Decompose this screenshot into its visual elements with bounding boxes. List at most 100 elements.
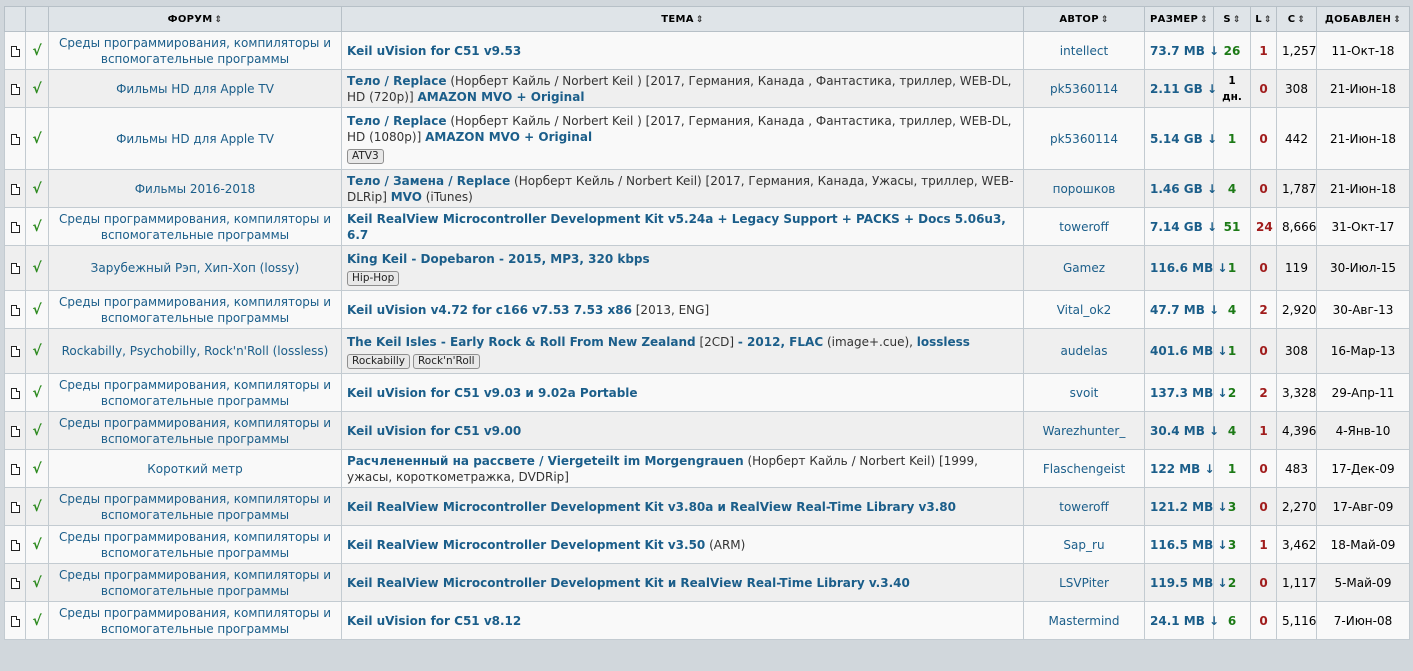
header-completed[interactable]: C ⇕ xyxy=(1276,6,1317,32)
row-icon-cell xyxy=(4,31,26,70)
forum-cell[interactable]: Фильмы 2016-2018 xyxy=(48,169,342,208)
author-link[interactable]: Sap_ru xyxy=(1023,525,1145,564)
added-date: 30-Июл-15 xyxy=(1316,245,1410,291)
topic-cell: The Keil Isles - Early Rock & Roll From … xyxy=(341,328,1024,374)
download-size-link[interactable]: 30.4 MB ↓ xyxy=(1144,411,1219,450)
topic-link[interactable]: Keil RealView Microcontroller Developmen… xyxy=(347,500,956,514)
document-icon[interactable] xyxy=(10,45,20,57)
author-link[interactable]: Vital_ok2 xyxy=(1023,290,1145,329)
topic-link[interactable]: Keil uVision for C51 v9.53 xyxy=(347,44,521,58)
topic-link[interactable]: Keil uVision for C51 v9.03 и 9.02a Porta… xyxy=(347,386,638,400)
document-icon[interactable] xyxy=(10,615,20,627)
author-link[interactable]: pk5360114 xyxy=(1023,107,1145,170)
document-icon[interactable] xyxy=(10,183,20,195)
download-size-link[interactable]: 7.14 GB ↓ xyxy=(1144,207,1217,246)
forum-cell[interactable]: Среды программирования, компиляторы и вс… xyxy=(48,411,342,450)
author-link[interactable]: toweroff xyxy=(1023,207,1145,246)
forum-cell[interactable]: Фильмы HD для Apple TV xyxy=(48,69,342,108)
author-link[interactable]: порошков xyxy=(1023,169,1145,208)
topic-link[interactable]: Keil uVision for C51 v8.12 xyxy=(347,614,521,628)
download-size-link[interactable]: 122 MB ↓ xyxy=(1144,449,1215,488)
topic-link-part[interactable]: AMAZON MVO + Original xyxy=(425,130,592,144)
author-link[interactable]: Warezhunter_ xyxy=(1023,411,1145,450)
download-size-link[interactable]: 5.14 GB ↓ xyxy=(1144,107,1217,170)
topic-link[interactable]: Keil RealView Microcontroller Developmen… xyxy=(347,538,705,552)
download-size-link[interactable]: 73.7 MB ↓ xyxy=(1144,31,1219,70)
topic-link[interactable]: King Keil - Dopebaron - 2015, MP3, 320 k… xyxy=(347,252,650,266)
download-size-link[interactable]: 2.11 GB ↓ xyxy=(1144,69,1217,108)
topic-link[interactable]: Keil RealView Microcontroller Developmen… xyxy=(347,576,910,590)
header-leech[interactable]: L ⇕ xyxy=(1250,6,1277,32)
added-date: 5-Май-09 xyxy=(1316,563,1410,602)
forum-cell[interactable]: Фильмы HD для Apple TV xyxy=(48,107,342,170)
author-link[interactable]: toweroff xyxy=(1023,487,1145,526)
tag-badge[interactable]: Rock'n'Roll xyxy=(412,353,480,369)
document-icon[interactable] xyxy=(10,387,20,399)
document-icon[interactable] xyxy=(10,346,20,357)
sort-icon: ⇕ xyxy=(1100,14,1109,25)
topic-link[interactable]: Тело / Replace xyxy=(347,114,447,128)
topic-link[interactable]: Тело / Замена / Replace xyxy=(347,174,510,188)
header-seeds[interactable]: S ⇕ xyxy=(1213,6,1251,32)
header-added[interactable]: ДОБАВЛЕН ⇕ xyxy=(1316,6,1410,32)
topic-link[interactable]: Keil RealView Microcontroller Developmen… xyxy=(347,212,1006,242)
document-icon[interactable] xyxy=(10,463,20,475)
author-link[interactable]: pk5360114 xyxy=(1023,69,1145,108)
author-link[interactable]: audelas xyxy=(1023,328,1145,374)
download-size-link[interactable]: 137.3 MB ↓ xyxy=(1144,373,1227,412)
forum-cell[interactable]: Среды программирования, компиляторы и вс… xyxy=(48,373,342,412)
forum-cell[interactable]: Среды программирования, компиляторы и вс… xyxy=(48,290,342,329)
header-topic[interactable]: ТЕМА ⇕ xyxy=(341,6,1024,32)
header-author[interactable]: АВТОР ⇕ xyxy=(1023,6,1145,32)
download-size-link[interactable]: 119.5 MB ↓ xyxy=(1144,563,1227,602)
topic-link-part[interactable]: AMAZON MVO + Original xyxy=(417,90,584,104)
document-icon[interactable] xyxy=(10,133,20,145)
download-size-link[interactable]: 116.5 MB ↓ xyxy=(1144,525,1227,564)
forum-cell[interactable]: Среды программирования, компиляторы и вс… xyxy=(48,207,342,246)
topic-link[interactable]: Расчлененный на рассвете / Viergeteilt i… xyxy=(347,454,744,468)
document-icon[interactable] xyxy=(10,221,20,233)
author-link[interactable]: Gamez xyxy=(1023,245,1145,291)
document-icon[interactable] xyxy=(10,501,20,513)
download-size-link[interactable]: 401.6 MB ↓ xyxy=(1144,328,1227,374)
forum-cell[interactable]: Короткий метр xyxy=(48,449,342,488)
document-icon[interactable] xyxy=(10,83,20,95)
topic-link[interactable]: The Keil Isles - Early Rock & Roll From … xyxy=(347,335,696,349)
forum-cell[interactable]: Rockabilly, Psychobilly, Rock'n'Roll (lo… xyxy=(48,328,342,374)
forum-cell[interactable]: Зарубежный Рэп, Хип-Хоп (lossy) xyxy=(48,245,342,291)
download-size-link[interactable]: 47.7 MB ↓ xyxy=(1144,290,1219,329)
tag-badge[interactable]: Hip-Hop xyxy=(347,270,400,286)
forum-cell[interactable]: Среды программирования, компиляторы и вс… xyxy=(48,601,342,640)
header-size[interactable]: РАЗМЕР ⇕ xyxy=(1144,6,1214,32)
topic-link[interactable]: Keil uVision for C51 v9.00 xyxy=(347,424,521,438)
author-link[interactable]: intellect xyxy=(1023,31,1145,70)
document-icon[interactable] xyxy=(10,539,20,551)
author-link[interactable]: Mastermind xyxy=(1023,601,1145,640)
document-icon[interactable] xyxy=(10,577,20,589)
added-date: 30-Авг-13 xyxy=(1316,290,1410,329)
download-size-link[interactable]: 1.46 GB ↓ xyxy=(1144,169,1217,208)
document-icon[interactable] xyxy=(10,304,20,316)
document-icon[interactable] xyxy=(10,263,20,274)
download-size-link[interactable]: 121.2 MB ↓ xyxy=(1144,487,1227,526)
author-link[interactable]: svoit xyxy=(1023,373,1145,412)
tag-badge[interactable]: ATV3 xyxy=(347,149,384,164)
document-icon[interactable] xyxy=(10,425,20,437)
topic-link-part[interactable]: - 2012, FLAC xyxy=(738,335,823,349)
completed-count: 1,787 xyxy=(1276,169,1317,208)
forum-cell[interactable]: Среды программирования, компиляторы и вс… xyxy=(48,525,342,564)
download-size-link[interactable]: 116.6 MB ↓ xyxy=(1144,245,1227,291)
topic-link-part[interactable]: lossless xyxy=(917,335,970,349)
topic-link[interactable]: Keil uVision v4.72 for c166 v7.53 7.53 x… xyxy=(347,303,632,317)
topic-link-part[interactable]: MVO xyxy=(391,190,422,204)
download-size-link[interactable]: 24.1 MB ↓ xyxy=(1144,601,1219,640)
forum-cell[interactable]: Среды программирования, компиляторы и вс… xyxy=(48,31,342,70)
checkmark-icon: √ xyxy=(32,301,42,318)
header-forum[interactable]: ФОРУМ ⇕ xyxy=(48,6,342,32)
author-link[interactable]: LSVPiter xyxy=(1023,563,1145,602)
tag-badge[interactable]: Rockabilly xyxy=(347,353,410,369)
forum-cell[interactable]: Среды программирования, компиляторы и вс… xyxy=(48,563,342,602)
forum-cell[interactable]: Среды программирования, компиляторы и вс… xyxy=(48,487,342,526)
topic-link[interactable]: Тело / Replace xyxy=(347,74,447,88)
author-link[interactable]: Flaschengeist xyxy=(1023,449,1145,488)
